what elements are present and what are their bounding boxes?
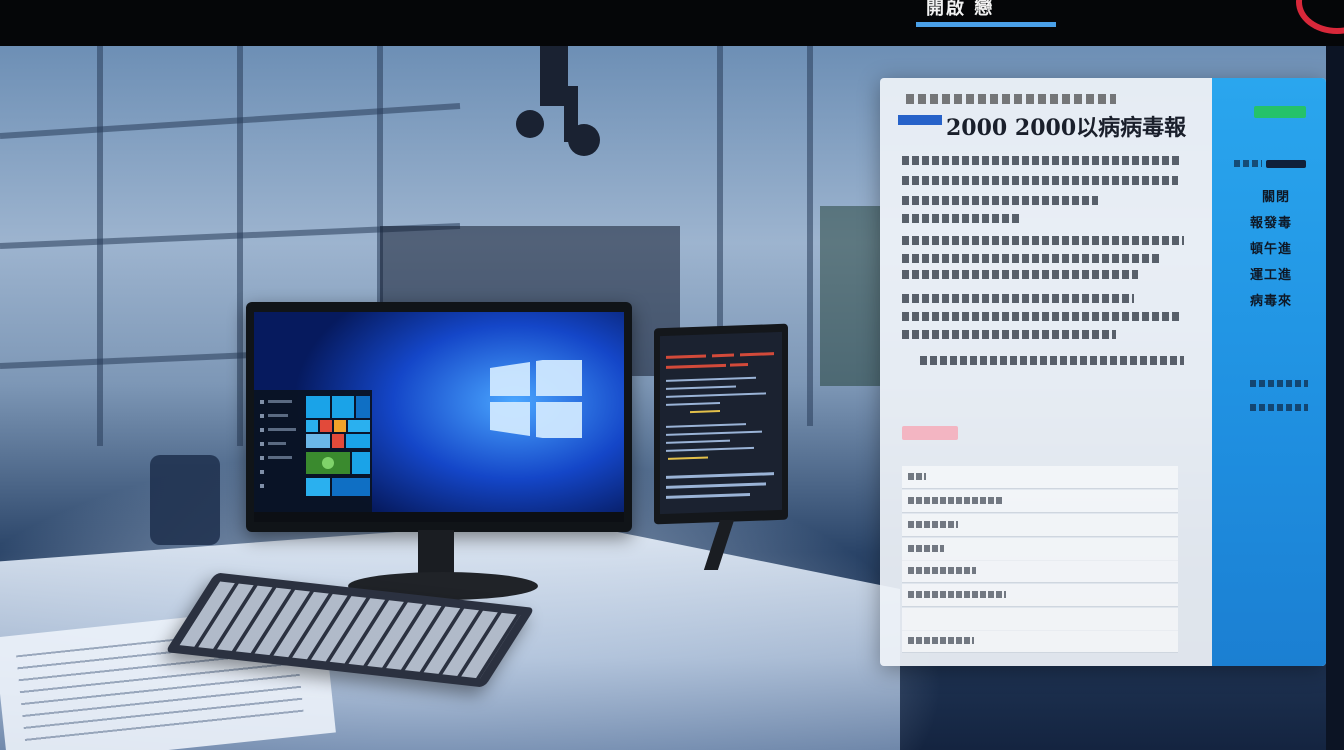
panel-text-line [920, 356, 1184, 365]
panel-text-line [902, 330, 1116, 339]
start-menu[interactable] [254, 390, 372, 514]
office-chair [150, 455, 220, 545]
form-row[interactable] [902, 514, 1178, 537]
ceiling-fixture [516, 46, 600, 156]
panel-title: 2000 2000以病病毒報 [946, 115, 1187, 141]
sidebar-text-line [1250, 380, 1308, 387]
panel-text-line [902, 236, 1184, 245]
monitor-stand [418, 530, 454, 576]
panel-kicker [906, 94, 1116, 104]
sidebar-label[interactable]: 運工進 [1250, 264, 1292, 283]
header-title: 開啟 戀 [926, 0, 995, 19]
secondary-monitor-screen [660, 331, 782, 515]
form-row[interactable] [902, 490, 1178, 513]
form-row[interactable] [902, 630, 1178, 653]
form-row[interactable] [902, 560, 1178, 583]
panel-text-line [902, 176, 1178, 185]
panel-text-line [902, 214, 1020, 223]
online-badge [1254, 106, 1306, 118]
status-chip [902, 426, 958, 440]
sidebar-label[interactable]: 報發毒 [1250, 212, 1292, 231]
sidebar-label[interactable]: 頓午進 [1250, 238, 1292, 257]
taskbar[interactable] [254, 512, 624, 522]
code-display [666, 352, 774, 499]
sidebar-text-line [1234, 160, 1262, 167]
panel-text-line [902, 294, 1134, 303]
header-bar [0, 0, 1344, 46]
form-row[interactable] [902, 466, 1178, 489]
header-underline [916, 22, 1056, 27]
sidebar-label[interactable]: 關閉 [1262, 186, 1290, 205]
panel-text-line [902, 312, 1182, 321]
form-row[interactable] [902, 538, 1178, 561]
form-row[interactable] [902, 584, 1178, 607]
panel-text-line [902, 156, 1182, 165]
panel-text-line [902, 196, 1098, 205]
windows-desktop [254, 312, 624, 522]
scene: 開啟 戀 2000 2000以病病毒報 關閉 報發毒 頓午進 運工進 病毒來 [0, 0, 1344, 750]
panel-text-line [902, 270, 1138, 279]
panel-tag [898, 115, 942, 125]
start-menu-tiles [260, 396, 370, 496]
sidebar-text-line [1250, 404, 1308, 411]
main-monitor [246, 302, 632, 532]
panel-text-line [902, 254, 1162, 263]
secondary-monitor [654, 323, 788, 525]
form-row[interactable] [902, 608, 1178, 631]
sidebar-chip [1266, 160, 1306, 168]
sidebar-label[interactable]: 病毒來 [1250, 290, 1292, 309]
right-edge [1326, 46, 1344, 750]
windows-logo-icon [490, 360, 582, 438]
